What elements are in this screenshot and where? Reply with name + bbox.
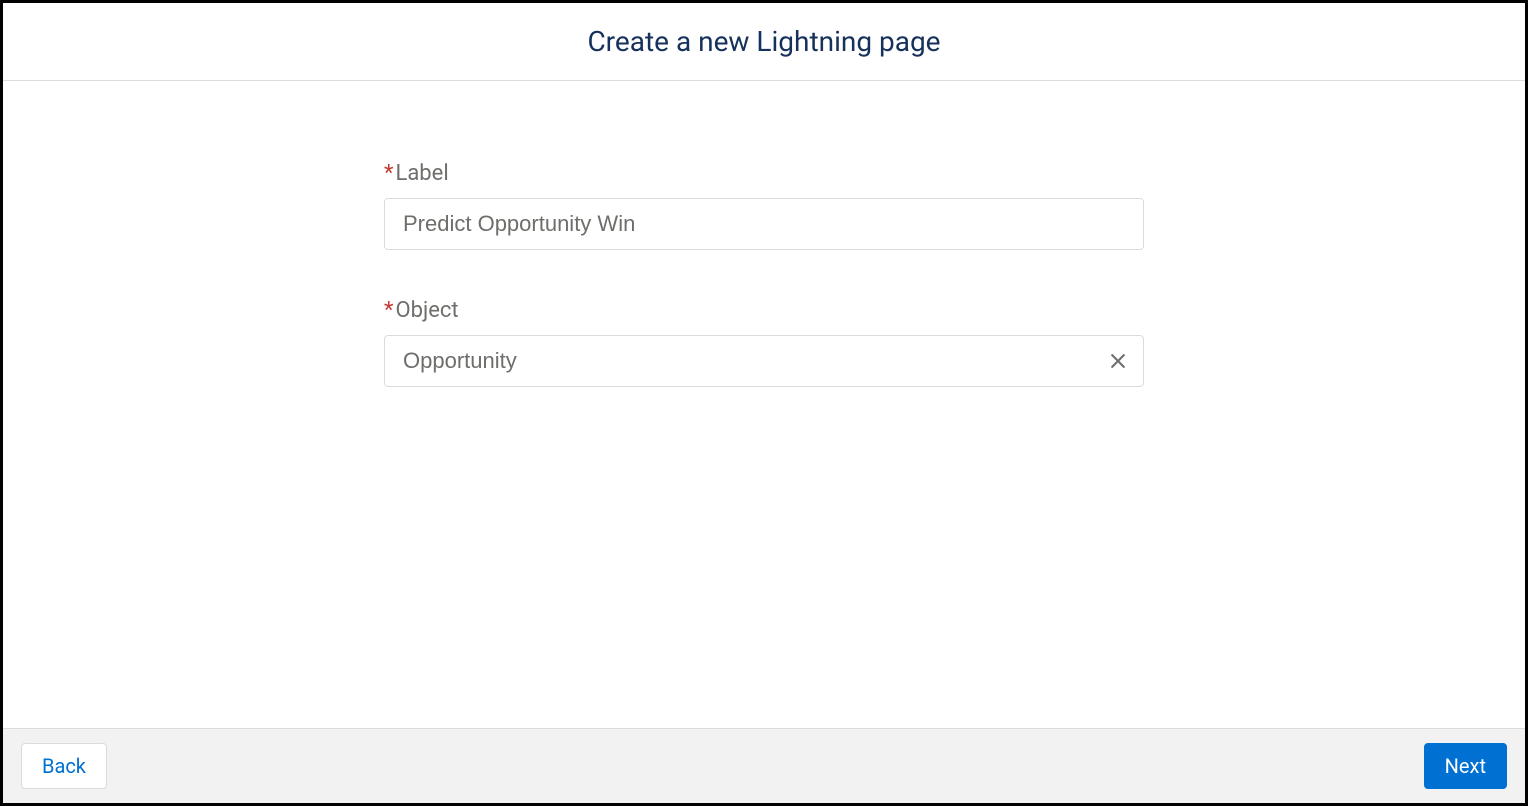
label-input[interactable] bbox=[384, 198, 1144, 250]
page-title: Create a new Lightning page bbox=[3, 25, 1525, 58]
label-field-label: *Label bbox=[384, 161, 1144, 186]
required-indicator: * bbox=[384, 298, 393, 323]
modal-content: *Label *Object bbox=[3, 81, 1525, 728]
object-field-label: *Object bbox=[384, 298, 1144, 323]
object-field-group: *Object bbox=[384, 298, 1144, 387]
modal-header: Create a new Lightning page bbox=[3, 3, 1525, 81]
label-field-group: *Label bbox=[384, 161, 1144, 250]
close-icon bbox=[1108, 351, 1128, 371]
modal-footer: Back Next bbox=[3, 728, 1525, 803]
clear-object-button[interactable] bbox=[1104, 347, 1132, 375]
form: *Label *Object bbox=[384, 161, 1144, 728]
required-indicator: * bbox=[384, 161, 393, 186]
next-button[interactable]: Next bbox=[1424, 743, 1507, 789]
back-button[interactable]: Back bbox=[21, 743, 107, 789]
label-text: Label bbox=[395, 161, 448, 186]
object-input[interactable] bbox=[384, 335, 1144, 387]
object-combobox bbox=[384, 335, 1144, 387]
object-label-text: Object bbox=[395, 298, 458, 323]
